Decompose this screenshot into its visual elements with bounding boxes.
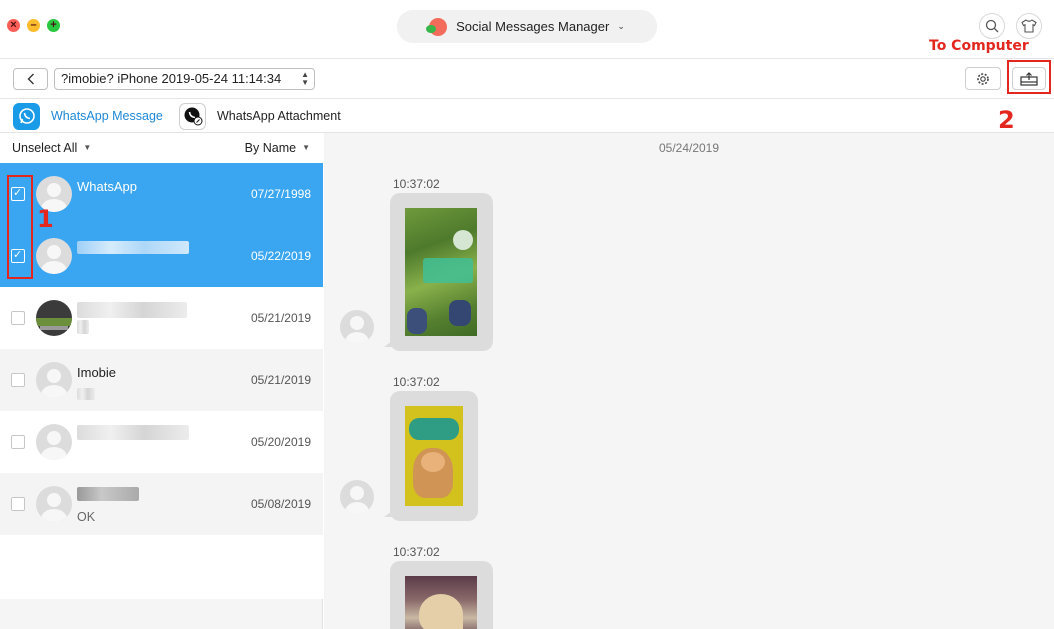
contact-item[interactable]: Imobie 05/21/2019 (0, 349, 323, 411)
blurred-contact-name (77, 487, 139, 501)
blurred-contact-name (77, 241, 189, 254)
contact-item[interactable]: OK 05/08/2019 (0, 473, 323, 535)
step2-label: 2 (998, 106, 1015, 134)
message-bubble (384, 193, 493, 351)
app-selector-dropdown[interactable]: Social Messages Manager ⌄ (397, 10, 657, 43)
caret-down-icon: ▼ (83, 143, 92, 152)
whatsapp-icon (13, 102, 40, 130)
avatar (36, 486, 72, 522)
caret-down-icon: ▼ (302, 143, 310, 152)
blurred-contact-name (77, 302, 187, 318)
message-image[interactable] (405, 208, 477, 336)
gear-icon (977, 72, 989, 85)
contact-name: Imobie (77, 365, 117, 380)
list-empty-area (0, 535, 323, 599)
tab-whatsapp-message[interactable]: WhatsApp Message (13, 99, 163, 133)
contact-date: 05/22/2019 (250, 249, 311, 263)
unselect-all-label: Unselect All (12, 141, 78, 155)
avatar (36, 238, 72, 274)
device-label: ?imobie? iPhone 2019-05-24 11:14:34 (61, 71, 282, 86)
message-image[interactable] (405, 576, 477, 629)
sort-label: By Name (244, 141, 297, 155)
title-bar: × – + Social Messages Manager ⌄ (0, 0, 1054, 59)
list-header: Unselect All ▼ By Name ▼ (0, 133, 323, 163)
search-icon (985, 19, 999, 33)
contact-item[interactable]: ✓ 05/22/2019 (0, 225, 323, 287)
minimize-icon: – (30, 19, 37, 31)
to-computer-label: To Computer (929, 38, 1029, 54)
step1-highlight-box (7, 175, 33, 279)
maximize-window-button[interactable]: + (47, 19, 60, 32)
toolbar: ?imobie? iPhone 2019-05-24 11:14:34 ▲ ▼ (0, 59, 1054, 99)
category-tabs: WhatsApp Message WhatsApp Attachment (0, 99, 1054, 133)
avatar (36, 424, 72, 460)
tshirt-icon (1021, 19, 1037, 33)
message-image[interactable] (405, 406, 463, 506)
avatar (36, 300, 72, 336)
sender-avatar (340, 480, 374, 514)
message-time: 10:37:02 (393, 177, 440, 191)
contact-item[interactable]: 05/20/2019 (0, 411, 323, 473)
contact-name: WhatsApp (77, 179, 137, 194)
device-selector[interactable]: ?imobie? iPhone 2019-05-24 11:14:34 ▲ ▼ (54, 68, 315, 90)
tab-whatsapp-attachment[interactable]: WhatsApp Attachment (179, 99, 341, 133)
app-title: Social Messages Manager (456, 19, 610, 34)
sender-avatar (340, 310, 374, 344)
app-window: × – + Social Messages Manager ⌄ ?imobie?… (0, 0, 1054, 629)
settings-button[interactable] (965, 67, 1001, 90)
message-bubble (390, 561, 493, 629)
unselect-all-dropdown[interactable]: Unselect All ▼ (12, 141, 91, 155)
blurred-contact-preview (77, 320, 89, 334)
contact-checkbox[interactable] (11, 497, 25, 511)
contact-item[interactable]: 05/21/2019 (0, 287, 323, 349)
conversation-panel: 05/24/2019 10:37:02 10:37:02 10:37:02 (324, 133, 1054, 629)
contact-date: 05/08/2019 (250, 497, 311, 511)
blurred-contact-preview (77, 388, 95, 400)
message-bubble (384, 391, 478, 521)
maximize-icon: + (50, 19, 57, 31)
search-button[interactable] (979, 13, 1005, 39)
step1-label: 1 (37, 205, 54, 233)
contact-date: 07/27/1998 (250, 187, 311, 201)
chevron-down-icon: ⌄ (617, 21, 625, 31)
contact-date: 05/20/2019 (250, 435, 311, 449)
contact-preview: OK (77, 510, 96, 524)
sort-dropdown[interactable]: By Name ▼ (245, 141, 310, 155)
contact-date: 05/21/2019 (250, 311, 311, 325)
updown-arrows-icon: ▲ ▼ (301, 70, 309, 87)
blurred-contact-name (77, 425, 189, 440)
message-time: 10:37:02 (393, 545, 440, 559)
tab-label: WhatsApp Message (51, 109, 163, 123)
conversation-date: 05/24/2019 (658, 141, 720, 155)
close-window-button[interactable]: × (7, 19, 20, 32)
avatar (36, 362, 72, 398)
chevron-left-icon (27, 73, 34, 85)
whatsapp-attachment-icon (179, 102, 206, 130)
minimize-window-button[interactable]: – (27, 19, 40, 32)
app-logo-icon (426, 17, 448, 36)
message-time: 10:37:02 (393, 375, 440, 389)
close-icon: × (10, 19, 17, 31)
skin-button[interactable] (1016, 13, 1042, 39)
tab-label: WhatsApp Attachment (217, 109, 341, 123)
contact-checkbox[interactable] (11, 311, 25, 325)
contact-date: 05/21/2019 (250, 373, 311, 387)
back-button[interactable] (13, 68, 48, 90)
step2-highlight-box (1007, 60, 1051, 94)
contact-checkbox[interactable] (11, 373, 25, 387)
contact-checkbox[interactable] (11, 435, 25, 449)
